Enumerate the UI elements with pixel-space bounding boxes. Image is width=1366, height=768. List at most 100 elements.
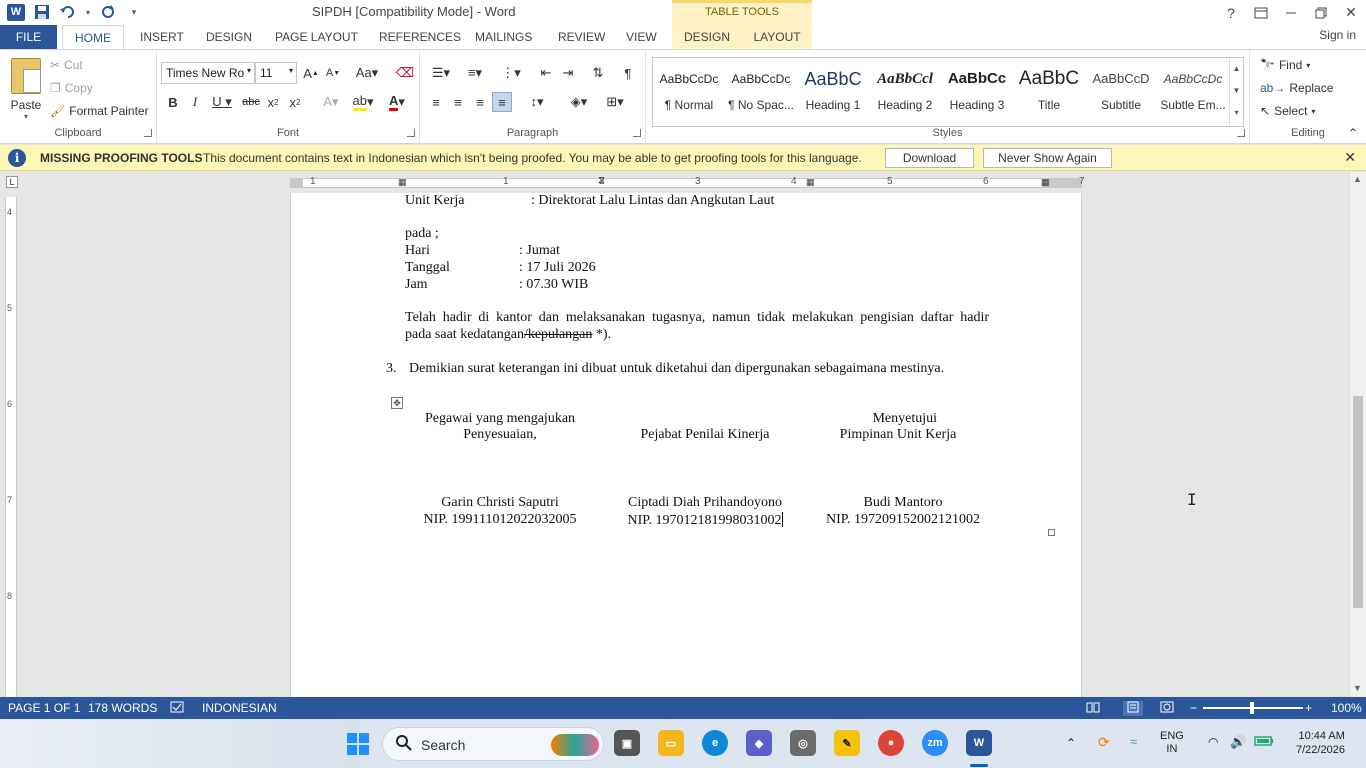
zoom-level[interactable]: 100% [1331,701,1362,715]
tab-home[interactable]: HOME [62,25,124,50]
paragraph-dialog-launcher[interactable] [633,129,641,137]
multilevel-list-icon[interactable]: ⋮▾ [496,63,526,83]
style-heading-3[interactable]: AaBbCc Heading 3 [941,60,1013,124]
scroll-thumb[interactable] [1353,396,1363,608]
repeat-icon[interactable] [98,3,118,21]
vertical-scrollbar[interactable]: ▲ ▼ [1349,172,1366,697]
start-icon[interactable] [345,731,371,757]
format-painter-button[interactable]: 🖌 Format Painter [50,101,149,121]
page-count[interactable]: PAGE 1 OF 1 [8,701,80,715]
tab-file[interactable]: FILE [0,25,57,49]
close-icon[interactable]: ✕ [1336,0,1366,25]
table-resize-handle[interactable] [1048,529,1055,536]
paste-button[interactable]: Paste ▾ [6,56,46,124]
style-title[interactable]: AaBbC Title [1013,60,1085,124]
app-icon[interactable]: ◆ [746,730,772,756]
tab-review[interactable]: REVIEW [558,25,605,49]
tray-app-icon[interactable]: ⟳ [1098,734,1110,751]
tab-design[interactable]: DESIGN [206,25,252,49]
tab-references[interactable]: REFERENCES [379,25,461,49]
font-dialog-launcher[interactable] [407,129,415,137]
input-language[interactable]: ENG IN [1160,730,1184,756]
indent-marker-icon[interactable]: ⧖ [598,175,605,186]
download-button[interactable]: Download [885,148,974,168]
numbering-icon[interactable]: ≡▾ [460,63,490,83]
align-center-icon[interactable]: ≡ [448,92,468,112]
tab-table-design[interactable]: DESIGN [672,25,742,49]
copy-button[interactable]: ❐ Copy [50,78,93,98]
never-show-again-button[interactable]: Never Show Again [983,148,1112,168]
read-mode-icon[interactable] [1086,701,1100,716]
shading-icon[interactable]: ◈▾ [564,92,594,112]
style-subtle-emphasis[interactable]: AaBbCcDc Subtle Em... [1157,60,1229,124]
battery-icon[interactable] [1254,735,1274,750]
scroll-down-icon[interactable]: ▼ [1353,683,1362,693]
superscript-icon[interactable]: x2 [285,92,305,112]
word-taskbar-icon[interactable]: W [966,730,992,756]
sign-in-link[interactable]: Sign in [1319,28,1356,42]
cut-button[interactable]: ✂ Cut [50,55,83,75]
tab-insert[interactable]: INSERT [140,25,184,49]
zoom-slider-knob[interactable] [1250,702,1254,714]
camera-icon[interactable]: ◎ [790,730,816,756]
zoom-in-icon[interactable]: + [1305,701,1312,715]
word-count[interactable]: 178 WORDS [88,701,157,715]
styles-down-icon[interactable]: ▼ [1230,80,1243,102]
zoom-app-icon[interactable]: zm [922,730,948,756]
style-heading-2[interactable]: AaBbCcl Heading 2 [869,60,941,124]
italic-icon[interactable]: I [185,92,205,112]
font-name-combo[interactable]: Times New Ro ▾ [161,62,255,84]
tab-page-layout[interactable]: PAGE LAYOUT [275,25,358,49]
sticky-notes-icon[interactable]: ✎ [834,730,860,756]
styles-more-icon[interactable]: ▾ [1230,102,1243,124]
font-color-icon[interactable]: A ▾ [383,92,411,112]
wifi-icon[interactable]: ◠ [1208,735,1218,749]
shrink-font-icon[interactable]: A ▼ [323,63,343,83]
tray-chevron-icon[interactable]: ⌃ [1066,736,1076,750]
increase-indent-icon[interactable]: ⇥ [558,63,578,83]
styles-scroll[interactable]: ▲ ▼ ▾ [1229,58,1243,126]
borders-icon[interactable]: ⊞▾ [600,92,630,112]
style-heading-1[interactable]: AaBbC Heading 1 [797,60,869,124]
horizontal-ruler[interactable]: 1 1 2 3 4 5 6 7 ⧖ ▦ ▦ ▦ [290,175,1085,188]
column-marker-icon[interactable]: ▦ [398,177,407,188]
message-close-icon[interactable]: ✕ [1344,149,1356,166]
restore-icon[interactable] [1306,0,1336,25]
grow-font-icon[interactable]: A ▲ [301,63,321,83]
column-marker-icon[interactable]: ▦ [1041,177,1050,188]
clear-formatting-icon[interactable]: ⌫ [395,63,415,83]
tab-selector[interactable]: L [6,176,18,188]
select-button[interactable]: ↖ Select ▾ [1260,101,1315,121]
column-marker-icon[interactable]: ▦ [806,177,815,188]
style-no-spacing[interactable]: AaBbCcDc ¶ No Spac... [725,60,797,124]
underline-icon[interactable]: U ▾ [207,92,237,112]
line-spacing-icon[interactable]: ↕▾ [522,92,552,112]
bullets-icon[interactable]: ☰▾ [426,63,456,83]
tray-bluetooth-icon[interactable]: ≈ [1130,734,1137,749]
scroll-up-icon[interactable]: ▲ [1353,174,1362,184]
tab-view[interactable]: VIEW [626,25,657,49]
align-right-icon[interactable]: ≡ [470,92,490,112]
bold-icon[interactable]: B [163,92,183,112]
tab-mailings[interactable]: MAILINGS [475,25,532,49]
clock[interactable]: 10:44 AM 7/22/2026 [1296,729,1345,757]
minimize-icon[interactable] [1276,0,1306,25]
taskbar-search[interactable]: Search [382,727,604,761]
styles-dialog-launcher[interactable] [1237,129,1245,137]
align-left-icon[interactable]: ≡ [426,92,446,112]
ribbon-display-options-icon[interactable] [1246,0,1276,25]
subscript-icon[interactable]: x2 [263,92,283,112]
table-move-handle-icon[interactable]: ✥ [391,397,403,409]
font-size-combo[interactable]: 11 ▾ [255,62,297,84]
undo-icon[interactable] [58,3,78,21]
vertical-ruler[interactable]: 4 5 6 7 8 [5,197,17,697]
tab-table-layout[interactable]: LAYOUT [742,25,812,49]
volume-icon[interactable]: 🔊 [1230,734,1246,750]
customize-qat-icon[interactable]: ▾ [124,3,144,21]
language-indicator[interactable]: INDONESIAN [202,701,277,715]
chrome-icon[interactable]: ● [878,730,904,756]
clipboard-dialog-launcher[interactable] [144,129,152,137]
text-effects-icon[interactable]: A▾ [317,92,345,112]
word-app-icon[interactable]: W [6,3,26,21]
style-normal[interactable]: AaBbCcDc ¶ Normal [653,60,725,124]
